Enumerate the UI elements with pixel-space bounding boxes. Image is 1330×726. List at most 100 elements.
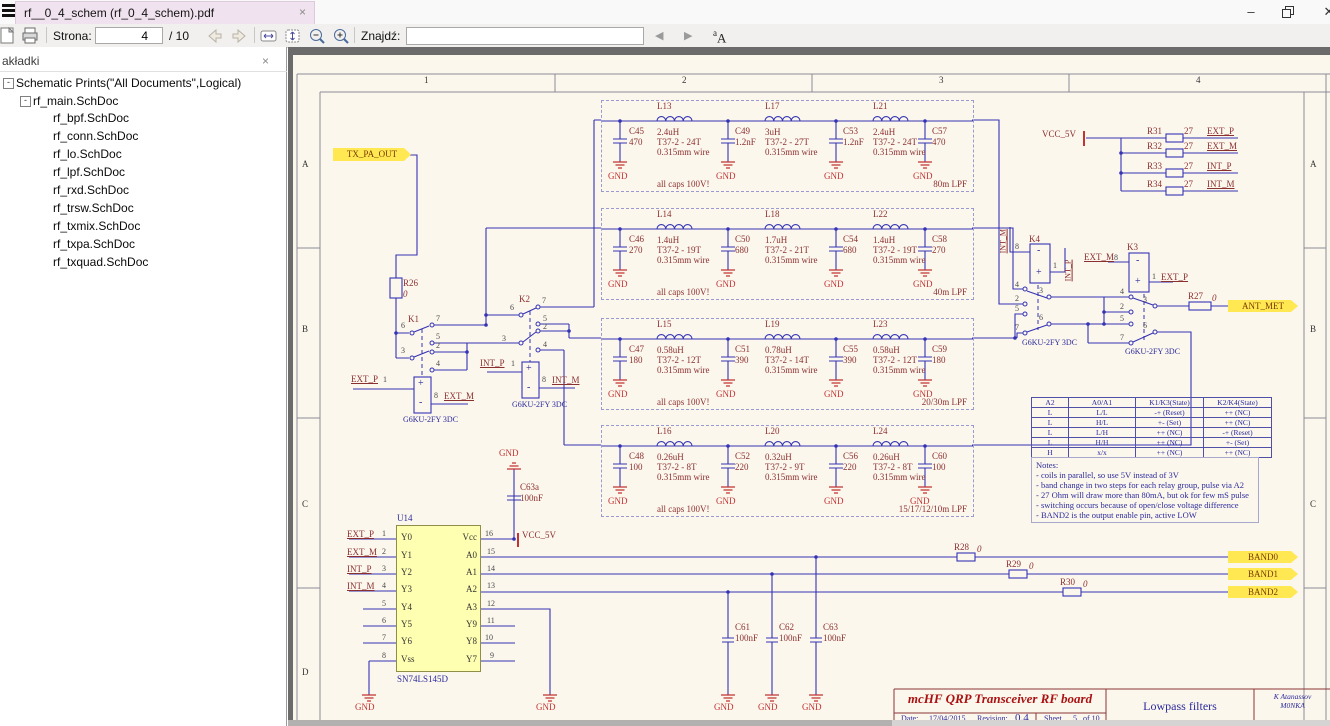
titleblock-doc: Lowpass filters: [1106, 700, 1254, 713]
tree-item[interactable]: rf_txmix.SchDoc: [53, 219, 140, 236]
collapse-icon[interactable]: -: [20, 96, 31, 107]
pin-number: 1: [511, 360, 515, 369]
tab-close-icon[interactable]: ×: [299, 5, 306, 19]
back-icon[interactable]: [203, 28, 225, 44]
gnd-label: GND: [824, 280, 844, 290]
fit-width-icon[interactable]: [260, 28, 278, 44]
bank-note: all caps 100V!: [657, 288, 709, 298]
cap-ref: C52: [735, 452, 750, 462]
tree-item[interactable]: rf_trsw.SchDoc: [53, 201, 134, 218]
pin-number: 12: [487, 600, 495, 609]
relay-part: G6KU-2FY 3DC: [1022, 339, 1077, 348]
coil-plus: +: [1135, 276, 1141, 287]
pin-name: A2: [451, 585, 477, 595]
tree-item[interactable]: rf_conn.SchDoc: [53, 129, 138, 146]
notes-box: Notes: - coils in parallel, so use 5V in…: [1031, 457, 1259, 523]
table-row: LL/L-+ (Reset)++ (NC): [1032, 408, 1272, 418]
pin-name: Y0: [401, 533, 412, 543]
pin-number: 4: [1120, 288, 1124, 297]
pin-number: 4: [382, 582, 386, 591]
gnd-label: GND: [355, 703, 375, 713]
cap-ref: C54: [843, 235, 858, 245]
notes-title: Notes:: [1036, 460, 1254, 470]
find-next-icon[interactable]: ▶: [684, 29, 692, 42]
tree-item[interactable]: rf_txquad.SchDoc: [53, 255, 148, 272]
net-label: INT_M: [347, 582, 375, 592]
pin-number: 8: [542, 376, 546, 385]
cap-value: 100nF: [735, 634, 758, 644]
pin-number: 10: [485, 634, 493, 643]
scrollbar-thumb[interactable]: [288, 720, 892, 726]
cap-ref: C62: [779, 623, 794, 633]
cap-ref: C59: [932, 345, 947, 355]
tree-item[interactable]: rf_lpf.SchDoc: [53, 165, 125, 182]
coil-minus: -: [419, 397, 422, 408]
cap-value: 680: [735, 246, 749, 256]
pin-number: 3: [401, 347, 405, 356]
note-line: - switching occurs because of open/close…: [1036, 500, 1254, 510]
coil-plus: +: [526, 363, 532, 374]
zoom-out-icon[interactable]: [308, 27, 327, 45]
fit-page-icon[interactable]: [284, 28, 302, 44]
cap-ref: C61: [735, 623, 750, 633]
forward-icon[interactable]: [229, 28, 251, 44]
resistor-ref: R32: [1147, 142, 1162, 152]
document-tab[interactable]: rf__0_4_schem (rf_0_4_schem).pdf ×: [15, 1, 315, 24]
find-previous-icon[interactable]: ◀: [655, 29, 663, 42]
cap-ref: C63a: [520, 483, 539, 493]
cap-value: 390: [843, 356, 857, 366]
ic-part: SN74LS145D: [397, 675, 448, 685]
pin-number: 8: [1114, 254, 1118, 263]
inductor-ref: L18: [765, 210, 780, 220]
resistor-value: 27: [1184, 127, 1193, 137]
pin-number: 7: [382, 634, 386, 643]
cap-value: 270: [629, 246, 643, 256]
inductor-wire: 0.315mm wire: [765, 366, 818, 376]
relay-state-table: A2 A0/A1 K1/K3(State) K2/K4(State) LL/L-…: [1031, 397, 1272, 458]
page-number-input[interactable]: [95, 27, 163, 44]
restore-button[interactable]: [1282, 6, 1294, 17]
horizontal-scrollbar[interactable]: [288, 720, 1330, 726]
pin-number: 2: [1120, 303, 1124, 312]
minimize-button[interactable]: –: [1238, 1, 1264, 22]
zoom-in-icon[interactable]: [332, 27, 351, 45]
cap-ref: C63: [823, 623, 838, 633]
resistor-ref: R29: [1006, 560, 1021, 570]
cap-value: 470: [629, 138, 643, 148]
cap-ref: C60: [932, 452, 947, 462]
row-marker: B: [302, 325, 308, 335]
gnd-label: GND: [913, 172, 933, 182]
tree-item[interactable]: rf_bpf.SchDoc: [53, 111, 129, 128]
inductor-ref: L20: [765, 427, 780, 437]
find-input[interactable]: [406, 27, 644, 45]
tree-item[interactable]: rf_rxd.SchDoc: [53, 183, 129, 200]
inductor-wire: 0.315mm wire: [873, 366, 926, 376]
bookmarks-close-icon[interactable]: ×: [262, 54, 269, 68]
tree-item-label: rf_lo.SchDoc: [53, 147, 122, 161]
gnd-label: GND: [536, 703, 556, 713]
inductor-wire: 0.315mm wire: [765, 148, 818, 158]
cap-ref: C56: [843, 452, 858, 462]
tree-item[interactable]: rf_lo.SchDoc: [53, 147, 122, 164]
coil-minus: -: [527, 382, 530, 393]
tree-item[interactable]: rf_txpa.SchDoc: [53, 237, 135, 254]
tree-item-label: rf_trsw.SchDoc: [53, 201, 134, 215]
close-button[interactable]: ✕: [1316, 1, 1330, 22]
open-file-icon[interactable]: [0, 27, 15, 44]
inductor-wire: 0.315mm wire: [657, 148, 710, 158]
gnd-label: GND: [714, 703, 734, 713]
bank-label: 80m LPF: [933, 180, 967, 190]
gnd-label: GND: [716, 280, 736, 290]
pin-number: 11: [487, 617, 495, 626]
match-case-icon[interactable]: aA: [713, 28, 726, 47]
coil-minus: -: [1136, 255, 1139, 266]
inductor-wire: 0.315mm wire: [657, 473, 710, 483]
collapse-icon[interactable]: -: [3, 78, 14, 89]
print-icon[interactable]: [20, 27, 40, 44]
resistor-value: 0: [1029, 562, 1034, 572]
net-label: EXT_P: [351, 375, 378, 385]
port-band0: BAND0: [1228, 551, 1298, 563]
pin-number: 2: [1015, 295, 1019, 304]
relay-ref: K4: [1029, 235, 1040, 245]
page-total: / 10: [169, 29, 189, 43]
